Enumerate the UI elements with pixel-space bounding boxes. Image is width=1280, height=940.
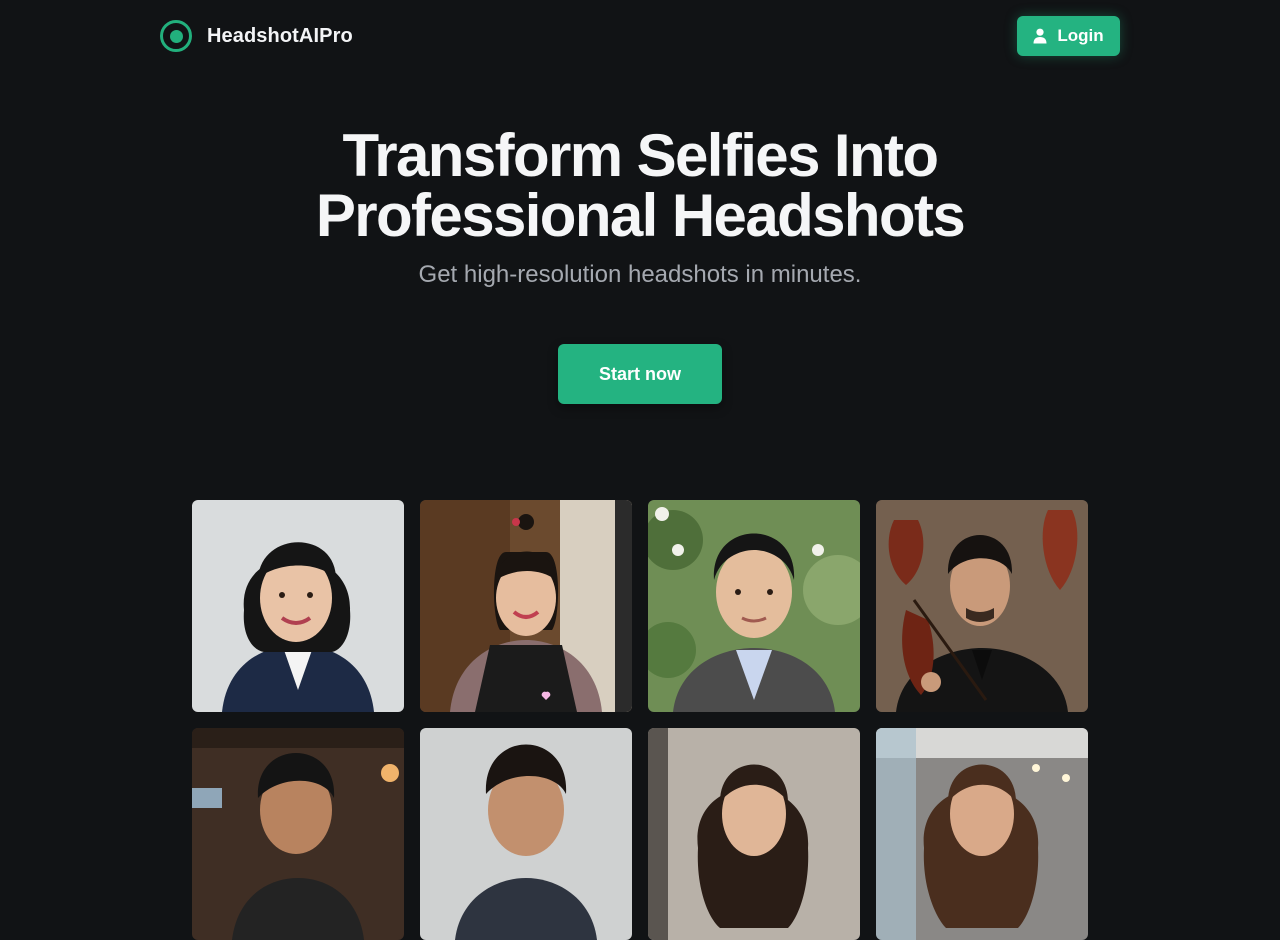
brand-logo-link[interactable]: HeadshotAIPro [160, 20, 353, 52]
user-icon [1033, 28, 1047, 44]
headshot-photo-6 [420, 728, 632, 940]
headshot-photo-1 [192, 500, 404, 712]
login-label: Login [1057, 26, 1104, 45]
target-logo-icon [160, 20, 192, 52]
headshot-photo-3 [648, 500, 860, 712]
headshot-photo-4 [876, 500, 1088, 712]
headshot-photo-7 [648, 728, 860, 940]
navbar: HeadshotAIPro Login [0, 0, 1280, 72]
hero-title: Transform Selfies Into Professional Head… [0, 126, 1280, 246]
login-button[interactable]: Login [1017, 16, 1120, 56]
hero-title-line2: Professional Headshots [315, 182, 966, 249]
hero-section: Transform Selfies Into Professional Head… [0, 126, 1280, 291]
headshot-gallery [192, 500, 1088, 940]
headshot-photo-5 [192, 728, 404, 940]
hero-subtitle: Get high-resolution headshots in minutes… [418, 261, 862, 288]
hero-title-line1: Transform Selfies Into [342, 122, 940, 189]
headshot-photo-2 [420, 500, 632, 712]
brand-name: HeadshotAIPro [207, 24, 353, 47]
headshot-photo-8 [876, 728, 1088, 940]
start-now-button[interactable]: Start now [558, 344, 722, 404]
